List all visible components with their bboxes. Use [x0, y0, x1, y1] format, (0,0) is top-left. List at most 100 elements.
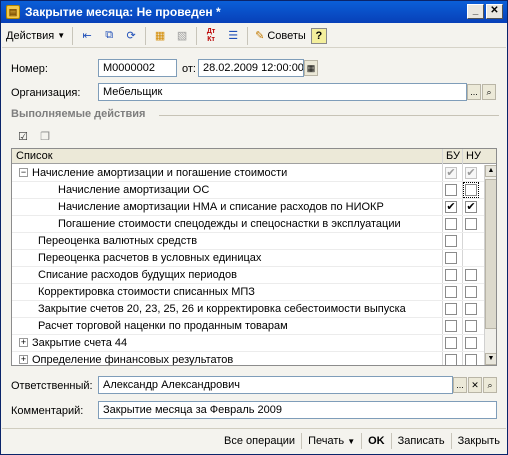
nu-checkbox[interactable]: ✔ — [465, 167, 477, 179]
nu-checkbox[interactable] — [465, 218, 477, 230]
table-row[interactable]: + Закрытие счета 44 — [12, 335, 484, 352]
report-icon[interactable]: ☰ — [223, 26, 243, 46]
table-row[interactable]: Переоценка расчетов в условных единицах — [12, 250, 484, 267]
bu-checkbox[interactable] — [445, 218, 457, 230]
nu-checkbox[interactable] — [463, 182, 479, 198]
responsible-field[interactable]: Александр Александрович — [98, 376, 453, 394]
close-button[interactable]: Закрыть — [452, 432, 506, 450]
nu-checkbox[interactable] — [465, 337, 477, 349]
post-document-icon[interactable]: ▦ — [150, 26, 170, 46]
ok-button[interactable]: OK — [362, 432, 391, 450]
uncheck-all-icon[interactable]: ❐ — [36, 128, 54, 144]
refresh-icon[interactable]: ⟳ — [121, 26, 141, 46]
vertical-scrollbar[interactable]: ▲ ▼ — [484, 165, 496, 365]
row-text: Закрытие счета 44 — [32, 337, 128, 349]
unpost-document-icon[interactable]: ▧ — [172, 26, 192, 46]
row-text: Расчет торговой наценки по проданным тов… — [38, 320, 288, 332]
scroll-up-icon[interactable]: ▲ — [485, 165, 496, 177]
all-operations-button[interactable]: Все операции — [218, 432, 301, 450]
nu-checkbox[interactable] — [465, 303, 477, 315]
select-ellipsis-button[interactable]: ... — [467, 84, 481, 100]
dropdown-arrow-icon: ▼ — [347, 436, 356, 446]
scroll-thumb[interactable] — [485, 179, 496, 329]
select-ellipsis-button[interactable]: ... — [453, 377, 467, 393]
dt-kt-label: Дт Кт — [206, 27, 216, 43]
table-row[interactable]: Начисление амортизации ОС — [12, 182, 484, 199]
save-button[interactable]: Записать — [392, 432, 451, 450]
date-label: от: — [182, 63, 196, 75]
dt-kt-icon[interactable]: Дт Кт — [201, 26, 221, 46]
comment-label: Комментарий: — [11, 405, 84, 417]
organization-label: Организация: — [11, 87, 81, 99]
row-text: Переоценка расчетов в условных единицах — [38, 252, 262, 264]
table-rows: − Начисление амортизации и погашение сто… — [12, 165, 484, 365]
actions-table[interactable]: Список БУ НУ − Начисление амортизации и … — [11, 148, 497, 366]
bu-checkbox[interactable] — [445, 252, 457, 264]
bu-checkbox[interactable] — [445, 320, 457, 332]
open-search-icon[interactable]: ⌕ — [482, 84, 496, 100]
table-row[interactable]: Корректировка стоимости списанных МПЗ — [12, 284, 484, 301]
expand-icon[interactable]: + — [19, 355, 28, 364]
date-field[interactable]: 28.02.2009 12:00:00 — [198, 59, 304, 77]
window-title: Закрытие месяца: Не проведен * — [25, 5, 221, 19]
number-label: Номер: — [11, 63, 48, 75]
structure-icon[interactable]: ⧉ — [99, 26, 119, 46]
check-all-icon[interactable]: ☑ — [14, 128, 32, 144]
print-menu-button[interactable]: Печать ▼ — [302, 432, 361, 450]
bu-checkbox[interactable]: ✔ — [445, 201, 457, 213]
section-title: Выполняемые действия — [11, 108, 146, 120]
bu-checkbox[interactable] — [445, 337, 457, 349]
collapse-icon[interactable]: − — [19, 168, 28, 177]
bu-checkbox[interactable] — [445, 269, 457, 281]
toolbar: Действия ▼ ⇤ ⧉ ⟳ ▦ ▧ Дт Кт ☰ ✎ Советы ? — [2, 24, 506, 48]
number-field[interactable]: М0000002 — [98, 59, 177, 77]
responsible-label: Ответственный: — [11, 380, 93, 392]
table-row[interactable]: Переоценка валютных средств — [12, 233, 484, 250]
table-row[interactable]: Начисление амортизации НМА и списание ра… — [12, 199, 484, 216]
actions-label: Действия — [6, 29, 55, 42]
tips-button[interactable]: ✎ Советы — [251, 26, 310, 46]
table-row[interactable]: Списание расходов будущих периодов — [12, 267, 484, 284]
table-row[interactable]: + Определение финансовых результатов — [12, 352, 484, 365]
nu-checkbox[interactable] — [465, 320, 477, 332]
organization-field[interactable]: Мебельщик — [98, 83, 467, 101]
bu-checkbox[interactable] — [445, 286, 457, 298]
row-text: Начисление амортизации НМА и списание ра… — [58, 201, 384, 213]
row-text: Закрытие счетов 20, 23, 25, 26 и коррект… — [38, 303, 406, 315]
help-label: ? — [315, 29, 323, 42]
bu-checkbox[interactable] — [445, 303, 457, 315]
row-text: Погашение стоимости спецодежды и спецосн… — [58, 218, 401, 230]
row-text: Переоценка валютных средств — [38, 235, 198, 247]
open-search-icon[interactable]: ⌕ — [483, 377, 497, 393]
row-text: Корректировка стоимости списанных МПЗ — [38, 286, 255, 298]
nu-checkbox[interactable] — [465, 286, 477, 298]
minimize-button[interactable]: _ — [467, 4, 484, 19]
clear-icon[interactable]: ✕ — [468, 377, 482, 393]
nu-checkbox[interactable]: ✔ — [465, 201, 477, 213]
header-list: Список — [16, 150, 53, 162]
expand-icon[interactable]: + — [19, 338, 28, 347]
title-bar[interactable]: ▤ Закрытие месяца: Не проведен * _ ✕ — [1, 1, 507, 23]
table-row[interactable]: Погашение стоимости спецодежды и спецосн… — [12, 216, 484, 233]
calendar-icon[interactable]: ▦ — [304, 60, 318, 76]
document-window: ▤ Закрытие месяца: Не проведен * _ ✕ Дей… — [0, 0, 508, 455]
help-button[interactable]: ? — [310, 27, 327, 44]
scroll-down-icon[interactable]: ▼ — [485, 353, 496, 365]
nu-checkbox[interactable] — [465, 269, 477, 281]
toolbar-separator — [72, 26, 74, 45]
close-window-button[interactable]: ✕ — [486, 4, 503, 19]
comment-field[interactable]: Закрытие месяца за Февраль 2009 — [98, 401, 497, 419]
header-bu: БУ — [446, 150, 460, 162]
bu-checkbox[interactable] — [445, 235, 457, 247]
actions-menu-button[interactable]: Действия ▼ — [2, 26, 69, 46]
row-text: Списание расходов будущих периодов — [38, 269, 237, 281]
table-header: Список БУ НУ — [12, 149, 496, 164]
table-row[interactable]: − Начисление амортизации и погашение сто… — [12, 165, 484, 182]
nu-checkbox[interactable] — [465, 354, 477, 365]
bu-checkbox[interactable] — [445, 184, 457, 196]
table-row[interactable]: Расчет торговой наценки по проданным тов… — [12, 318, 484, 335]
move-to-start-icon[interactable]: ⇤ — [77, 26, 97, 46]
bu-checkbox[interactable]: ✔ — [445, 167, 457, 179]
table-row[interactable]: Закрытие счетов 20, 23, 25, 26 и коррект… — [12, 301, 484, 318]
bu-checkbox[interactable] — [445, 354, 457, 365]
